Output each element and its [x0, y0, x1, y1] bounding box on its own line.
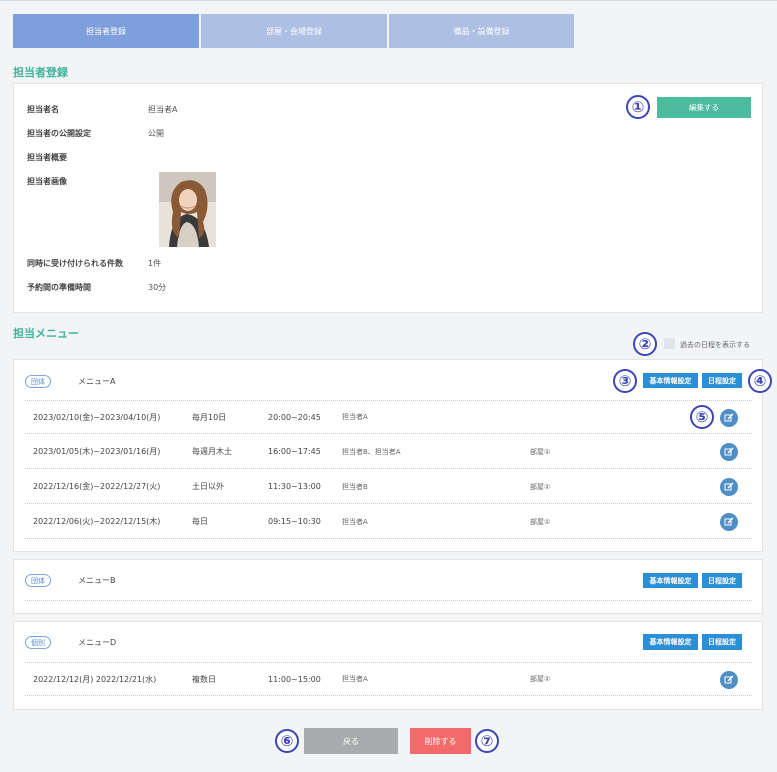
- row-staff: 担当者B: [342, 482, 368, 491]
- row-period: 2023/01/05(木)~2023/01/16(月): [33, 447, 161, 456]
- show-past-checkbox[interactable]: [664, 338, 675, 349]
- schedule-settings-button[interactable]: 日程設定: [702, 373, 742, 388]
- row-time: 11:00~15:00: [268, 674, 321, 684]
- row-room: 部屋①: [530, 517, 551, 526]
- show-past-label: 過去の日程を表示する: [680, 341, 750, 349]
- tab-equipment-registration[interactable]: 備品・設備登録: [389, 14, 574, 48]
- edit-schedule-button[interactable]: [720, 409, 738, 427]
- divider: [25, 600, 752, 601]
- basic-settings-button[interactable]: 基本情報設定: [643, 634, 698, 650]
- table-row: 2022/12/16(金)~2022/12/27(火) 土日以外 11:30~1…: [25, 470, 752, 504]
- row-period: 2022/12/16(金)~2022/12/27(火): [33, 482, 161, 491]
- row-room: 部屋②: [530, 482, 551, 491]
- schedule-settings-button[interactable]: 日程設定: [702, 634, 742, 650]
- field-value-concurrent: 1件: [148, 259, 162, 268]
- edit-schedule-button[interactable]: [720, 513, 738, 531]
- row-time: 09:15~10:30: [268, 517, 321, 526]
- staff-photo: [159, 172, 216, 247]
- edit-icon: [724, 447, 734, 456]
- delete-button[interactable]: 削除する: [410, 728, 471, 754]
- row-room: 部屋②: [530, 675, 551, 683]
- callout-2: ②: [633, 332, 657, 356]
- callout-1: ①: [626, 95, 650, 119]
- callout-6: ⑥: [275, 729, 299, 753]
- row-staff: 担当者B、担当者A: [342, 447, 401, 456]
- menu-name: メニューB: [78, 576, 116, 585]
- menu-name: メニューA: [78, 377, 116, 386]
- row-staff: 担当者A: [342, 413, 368, 421]
- menu-tag: 団体: [25, 375, 51, 388]
- edit-staff-button[interactable]: 編集する: [657, 97, 751, 118]
- field-value-staff-name: 担当者A: [148, 105, 178, 114]
- row-staff: 担当者A: [342, 675, 368, 683]
- top-divider: [0, 0, 777, 1]
- row-repeat: 毎週月木土: [192, 447, 232, 456]
- basic-settings-button[interactable]: 基本情報設定: [643, 573, 698, 588]
- menu-tag: 団体: [25, 574, 51, 587]
- table-row: 2023/02/10(金)~2023/04/10(月) 毎月10日 20:00~…: [25, 400, 752, 434]
- row-repeat: 複数日: [192, 674, 216, 684]
- callout-3: ③: [613, 369, 637, 393]
- row-repeat: 毎月10日: [192, 412, 227, 422]
- field-label-summary: 担当者概要: [27, 153, 67, 162]
- edit-schedule-button[interactable]: [720, 478, 738, 496]
- menu-card-b: 団体 メニューB 基本情報設定 日程設定: [13, 559, 763, 614]
- field-label-staff-name: 担当者名: [27, 105, 59, 114]
- field-label-visibility: 担当者の公開設定: [27, 129, 91, 138]
- table-row: 2022/12/06(火)~2022/12/15(木) 毎日 09:15~10:…: [25, 505, 752, 539]
- row-room: 部屋①: [530, 447, 551, 456]
- edit-icon: [724, 517, 734, 526]
- basic-settings-button[interactable]: 基本情報設定: [643, 373, 698, 388]
- callout-4: ④: [748, 369, 772, 393]
- tab-room-registration[interactable]: 部屋・会場登録: [201, 14, 387, 48]
- row-period: 2022/12/12(月) 2022/12/21(水): [33, 674, 157, 684]
- menu-tag: 個別: [25, 636, 51, 649]
- schedule-settings-button[interactable]: 日程設定: [702, 573, 742, 588]
- staff-section-title: 担当者登録: [13, 66, 68, 79]
- tab-staff-registration[interactable]: 担当者登録: [13, 14, 199, 48]
- row-time: 16:00~17:45: [268, 447, 321, 456]
- menu-name: メニューD: [78, 638, 117, 647]
- edit-icon: [724, 413, 734, 422]
- edit-icon: [724, 482, 734, 491]
- row-time: 20:00~20:45: [268, 412, 321, 422]
- menu-card-d: 個別 メニューD 基本情報設定 日程設定 2022/12/12(月) 2022/…: [13, 621, 763, 710]
- back-button[interactable]: 戻る: [304, 728, 398, 754]
- edit-schedule-button[interactable]: [720, 671, 738, 689]
- edit-schedule-button[interactable]: [720, 443, 738, 461]
- table-row: 2023/01/05(木)~2023/01/16(月) 毎週月木土 16:00~…: [25, 435, 752, 469]
- row-period: 2022/12/06(火)~2022/12/15(木): [33, 517, 161, 526]
- field-label-concurrent: 同時に受け付けられる件数: [27, 259, 123, 268]
- row-time: 11:30~13:00: [268, 482, 321, 491]
- staff-info-card: 担当者名 担当者A 担当者の公開設定 公開 担当者概要 担当者画像 同時に受け付…: [13, 83, 763, 313]
- table-row: 2022/12/12(月) 2022/12/21(水) 複数日 11:00~15…: [25, 662, 752, 696]
- row-repeat: 毎日: [192, 517, 208, 526]
- field-value-visibility: 公開: [148, 129, 164, 138]
- row-period: 2023/02/10(金)~2023/04/10(月): [33, 412, 161, 422]
- menu-card-a: 団体 メニューA 基本情報設定 日程設定 2023/02/10(金)~2023/…: [13, 359, 763, 552]
- field-label-prep-time: 予約間の準備時間: [27, 283, 91, 292]
- row-staff: 担当者A: [342, 517, 368, 526]
- callout-5: ⑤: [690, 405, 714, 429]
- field-value-prep-time: 30分: [148, 283, 167, 292]
- field-label-image: 担当者画像: [27, 177, 67, 186]
- row-repeat: 土日以外: [192, 482, 224, 491]
- edit-icon: [724, 675, 734, 684]
- menu-section-title: 担当メニュー: [13, 327, 79, 340]
- callout-7: ⑦: [475, 729, 499, 753]
